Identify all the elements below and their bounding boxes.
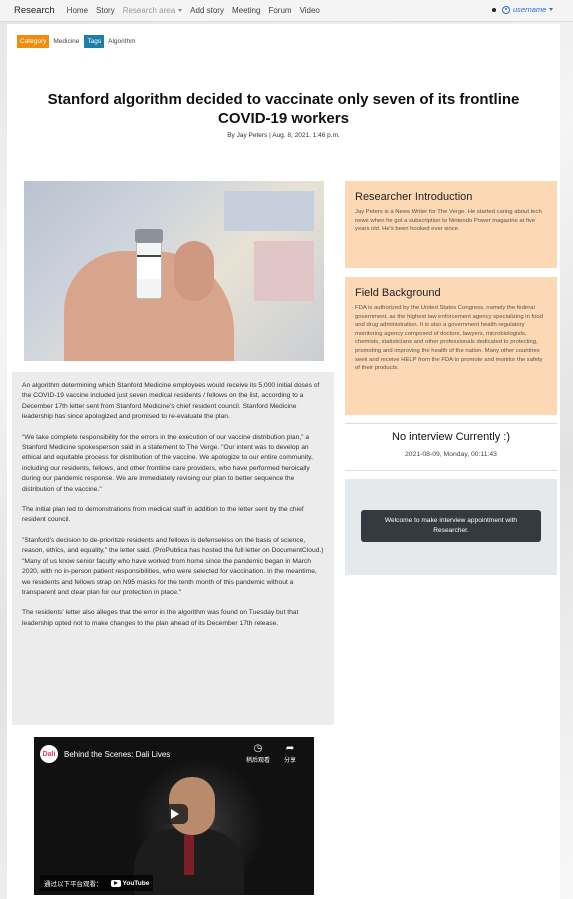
current-datetime: 2021-08-09, Monday, 00:11:43 — [405, 451, 497, 458]
divider — [345, 470, 557, 471]
video-header: Dali Behind the Scenes: Dali Lives — [40, 745, 170, 763]
article-paragraph: The residents' letter also alleges that … — [22, 609, 299, 627]
watch-on-label: 通过以下平台观看： — [44, 881, 103, 888]
username-label: username — [513, 5, 547, 14]
share-button[interactable]: ➦ 分享 — [284, 743, 296, 764]
chevron-down-icon — [549, 8, 554, 11]
category-badge: Category — [17, 35, 50, 48]
story-byline: By Jay Peters | Aug. 8, 2021, 1:46 p.m. — [227, 132, 340, 139]
share-label: 分享 — [284, 758, 297, 764]
user-circle-icon — [502, 5, 510, 14]
no-interview-heading: No interview Currently :) — [392, 431, 510, 443]
youtube-link[interactable]: YouTube — [110, 879, 150, 887]
tag-value[interactable]: Algorithm — [108, 38, 135, 45]
category-value[interactable]: Medicine — [53, 38, 79, 45]
article-body: An algorithm determining which Stanford … — [12, 372, 334, 725]
researcher-text: Jay Peters is a News Writer for The Verg… — [355, 209, 542, 233]
dot-icon — [492, 8, 496, 12]
field-background-box: Field Background FDA is authorized by th… — [345, 277, 557, 415]
youtube-label: YouTube — [122, 879, 150, 887]
field-text: FDA is authorized by the United States C… — [355, 305, 543, 372]
appointment-panel: Welcome to make interview appointment wi… — [345, 479, 557, 575]
brand-link[interactable]: Research — [14, 5, 55, 16]
embedded-video-player[interactable]: Dali Behind the Scenes: Dali Lives ◷ 稍后观… — [34, 737, 314, 895]
divider — [345, 423, 557, 424]
watch-later-button[interactable]: ◷ 稍后观看 — [246, 743, 270, 764]
video-footer: 通过以下平台观看： YouTube — [40, 875, 154, 891]
nav-add-story[interactable]: Add story — [190, 6, 224, 15]
story-card: Category Medicine Tags Algorithm Stanfor… — [7, 24, 560, 899]
play-button[interactable] — [160, 804, 188, 824]
top-navbar: Research Home Story Research area Add st… — [0, 0, 573, 22]
article-paragraph: An algorithm determining which Stanford … — [22, 382, 320, 421]
article-paragraph: The initial plan led to demonstrations f… — [22, 506, 304, 524]
article-paragraph: "Stanford's decision to de-prioritize re… — [22, 536, 324, 596]
finger-shape — [174, 241, 214, 301]
image-background-shelf — [254, 241, 314, 301]
video-title[interactable]: Behind the Scenes: Dali Lives — [64, 750, 170, 759]
researcher-heading: Researcher Introduction — [355, 191, 473, 203]
tags-badge: Tags — [84, 35, 105, 48]
nav-research-area-dropdown[interactable]: Research area — [122, 6, 183, 15]
nav-meeting[interactable]: Meeting — [232, 6, 260, 15]
field-heading: Field Background — [355, 287, 441, 299]
video-person-tie — [184, 835, 194, 875]
nav-story[interactable]: Story — [96, 6, 115, 15]
tag-row: Category Medicine Tags Algorithm — [17, 35, 136, 48]
researcher-introduction-box: Researcher Introduction Jay Peters is a … — [345, 181, 557, 268]
vial-cap-shape — [135, 229, 163, 243]
clock-icon: ◷ — [253, 743, 263, 754]
vaccine-vial-image — [24, 181, 324, 361]
chevron-down-icon — [178, 9, 183, 13]
nav-home[interactable]: Home — [67, 6, 88, 15]
channel-logo-icon[interactable]: Dali — [40, 745, 58, 763]
nav-video[interactable]: Video — [300, 6, 320, 15]
watch-later-label: 稍后观看 — [246, 758, 271, 764]
share-arrow-icon: ➦ — [285, 743, 295, 754]
make-appointment-button[interactable]: Welcome to make interview appointment wi… — [361, 510, 541, 542]
image-background-shelf — [224, 191, 314, 231]
nav-forum[interactable]: Forum — [268, 6, 291, 15]
article-paragraph: "We take complete responsibility for the… — [22, 433, 313, 493]
youtube-logo-icon — [110, 879, 121, 887]
story-title: Stanford algorithm decided to vaccinate … — [47, 91, 520, 127]
vial-label-shape — [137, 255, 161, 279]
user-menu-dropdown[interactable]: username — [502, 5, 554, 14]
nav-research-area-label: Research area — [122, 6, 176, 15]
